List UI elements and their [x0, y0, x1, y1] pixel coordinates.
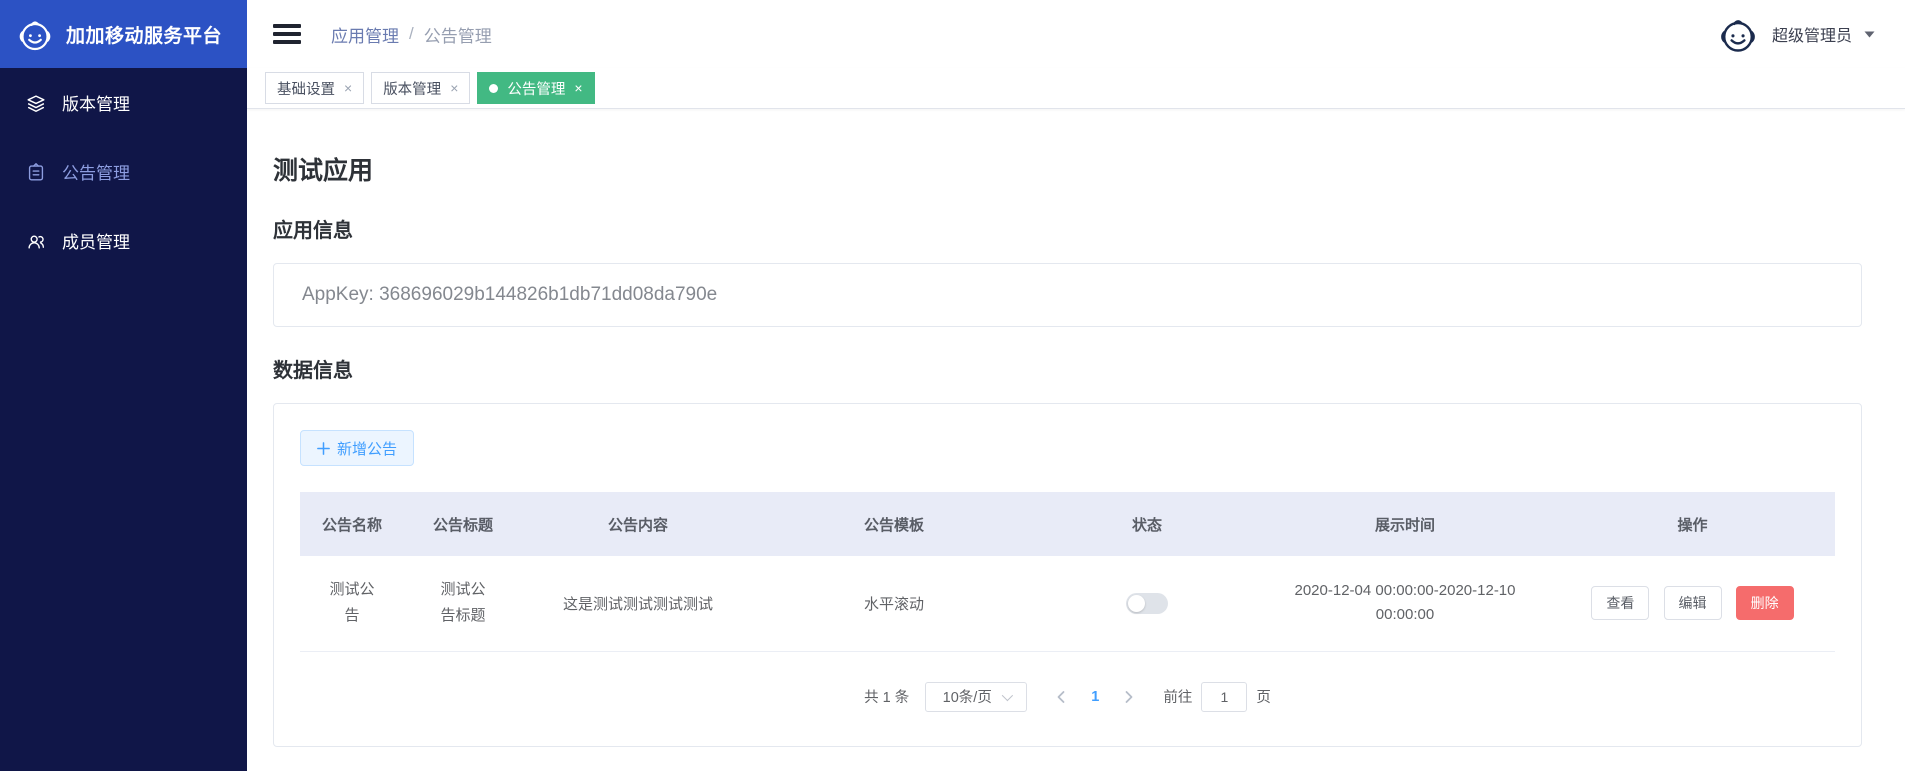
page-title: 测试应用 [273, 157, 374, 185]
close-icon[interactable]: × [574, 81, 582, 95]
goto-unit: 页 [1256, 690, 1271, 706]
edit-button[interactable]: 编辑 [1663, 586, 1722, 621]
appkey-card: AppKey: 368696029b144826b1db71dd08da790e [273, 263, 1862, 327]
avatar-smiley-icon [1716, 12, 1760, 56]
tab-label: 基础设置 [277, 81, 335, 98]
user-menu[interactable]: 超级管理员 [1716, 12, 1875, 56]
column-header-status: 状态 [1034, 492, 1260, 556]
column-header-template: 公告模板 [754, 492, 1034, 556]
status-toggle[interactable] [1126, 592, 1168, 614]
tag-tabs-bar: 基础设置 × 版本管理 × 公告管理 × [247, 68, 1905, 109]
topbar: 应用管理 / 公告管理 超级管理员 [247, 0, 1905, 68]
users-icon [25, 230, 47, 252]
add-announcement-button[interactable]: 新增公告 [300, 430, 415, 466]
view-button[interactable]: 查看 [1591, 586, 1650, 621]
add-button-label: 新增公告 [337, 440, 398, 458]
layers-icon [25, 92, 47, 114]
logo-bar: 加加移动服务平台 [0, 0, 247, 68]
breadcrumb: 应用管理 / 公告管理 [331, 22, 492, 47]
sidebar-item-announcement[interactable]: 公告管理 [0, 137, 247, 206]
chevron-down-icon [1001, 689, 1013, 701]
pagination-total: 共 1 条 [864, 690, 910, 706]
pagination: 共 1 条 10条/页 1 前往 页 [300, 681, 1835, 712]
column-header-name: 公告名称 [300, 492, 404, 556]
hamburger-menu-icon[interactable] [273, 24, 301, 44]
sidebar-menu: 版本管理 公告管理 成员管理 [0, 68, 247, 275]
data-info-heading: 数据信息 [273, 360, 353, 382]
toggle-knob [1128, 594, 1145, 612]
column-header-time: 展示时间 [1260, 492, 1550, 556]
clipboard-icon [25, 161, 47, 183]
tab-label: 版本管理 [383, 81, 442, 98]
user-name: 超级管理员 [1771, 28, 1852, 45]
plus-icon [317, 441, 330, 455]
close-icon[interactable]: × [450, 81, 458, 95]
column-header-title: 公告标题 [404, 492, 522, 556]
chevron-down-icon [1864, 31, 1875, 37]
cell-announcement-template: 水平滚动 [863, 595, 924, 613]
delete-button[interactable]: 删除 [1735, 586, 1794, 621]
tab-version[interactable]: 版本管理 × [371, 72, 471, 104]
table-header-row: 公告名称 公告标题 公告内容 公告模板 状态 展示时间 操作 [300, 492, 1835, 556]
breadcrumb-current: 公告管理 [423, 26, 492, 46]
page-size-value: 10条/页 [942, 690, 992, 706]
column-header-content: 公告内容 [522, 492, 754, 556]
active-dot-icon [489, 83, 499, 93]
cell-announcement-content: 这是测试测试测试测试 [562, 595, 713, 613]
tab-label: 公告管理 [507, 81, 566, 98]
cell-display-time: 2020-12-04 00:00:00-2020-12-10 00:00:00 [1294, 581, 1516, 624]
sidebar-item-label: 成员管理 [62, 233, 130, 252]
sidebar-item-members[interactable]: 成员管理 [0, 206, 247, 275]
table-row: 测试公告 测试公告标题 这是测试测试测试测试 水平滚动 2020-12-04 0… [300, 556, 1835, 652]
data-card: 新增公告 公告名称 公告标题 公告内容 公告模板 状态 展示时间 操作 测试公告… [273, 403, 1862, 747]
tab-basic-settings[interactable]: 基础设置 × [265, 72, 365, 104]
breadcrumb-parent[interactable]: 应用管理 [331, 22, 399, 47]
appkey-value: AppKey: 368696029b144826b1db71dd08da790e [302, 284, 718, 305]
close-icon[interactable]: × [344, 81, 352, 95]
main-column: 应用管理 / 公告管理 超级管理员 基础设置 × 版本管理 × 公告管理 × 测… [247, 0, 1905, 771]
sidebar: 加加移动服务平台 版本管理 公告管理 成员管理 [0, 0, 247, 771]
sidebar-item-label: 版本管理 [62, 95, 130, 114]
app-info-heading: 应用信息 [273, 220, 353, 242]
cell-announcement-name: 测试公告 [329, 581, 375, 625]
breadcrumb-separator: / [409, 24, 414, 43]
smiley-logo-icon [15, 14, 55, 54]
prev-page-button[interactable] [1043, 690, 1079, 704]
cell-announcement-title: 测试公告标题 [440, 581, 486, 625]
announcement-table: 公告名称 公告标题 公告内容 公告模板 状态 展示时间 操作 测试公告 测试公告… [300, 492, 1835, 652]
goto-label: 前往 [1163, 690, 1193, 706]
page-number-1[interactable]: 1 [1079, 689, 1111, 705]
page-size-select[interactable]: 10条/页 [925, 681, 1028, 712]
next-page-button[interactable] [1111, 690, 1147, 704]
sidebar-item-label: 公告管理 [62, 164, 130, 183]
tab-announcement[interactable]: 公告管理 × [477, 72, 595, 104]
sidebar-item-version[interactable]: 版本管理 [0, 68, 247, 137]
goto-page-input[interactable] [1201, 681, 1248, 712]
content: 测试应用 应用信息 AppKey: 368696029b144826b1db71… [247, 109, 1905, 771]
column-header-actions: 操作 [1550, 492, 1835, 556]
platform-title: 加加移动服务平台 [66, 25, 223, 47]
